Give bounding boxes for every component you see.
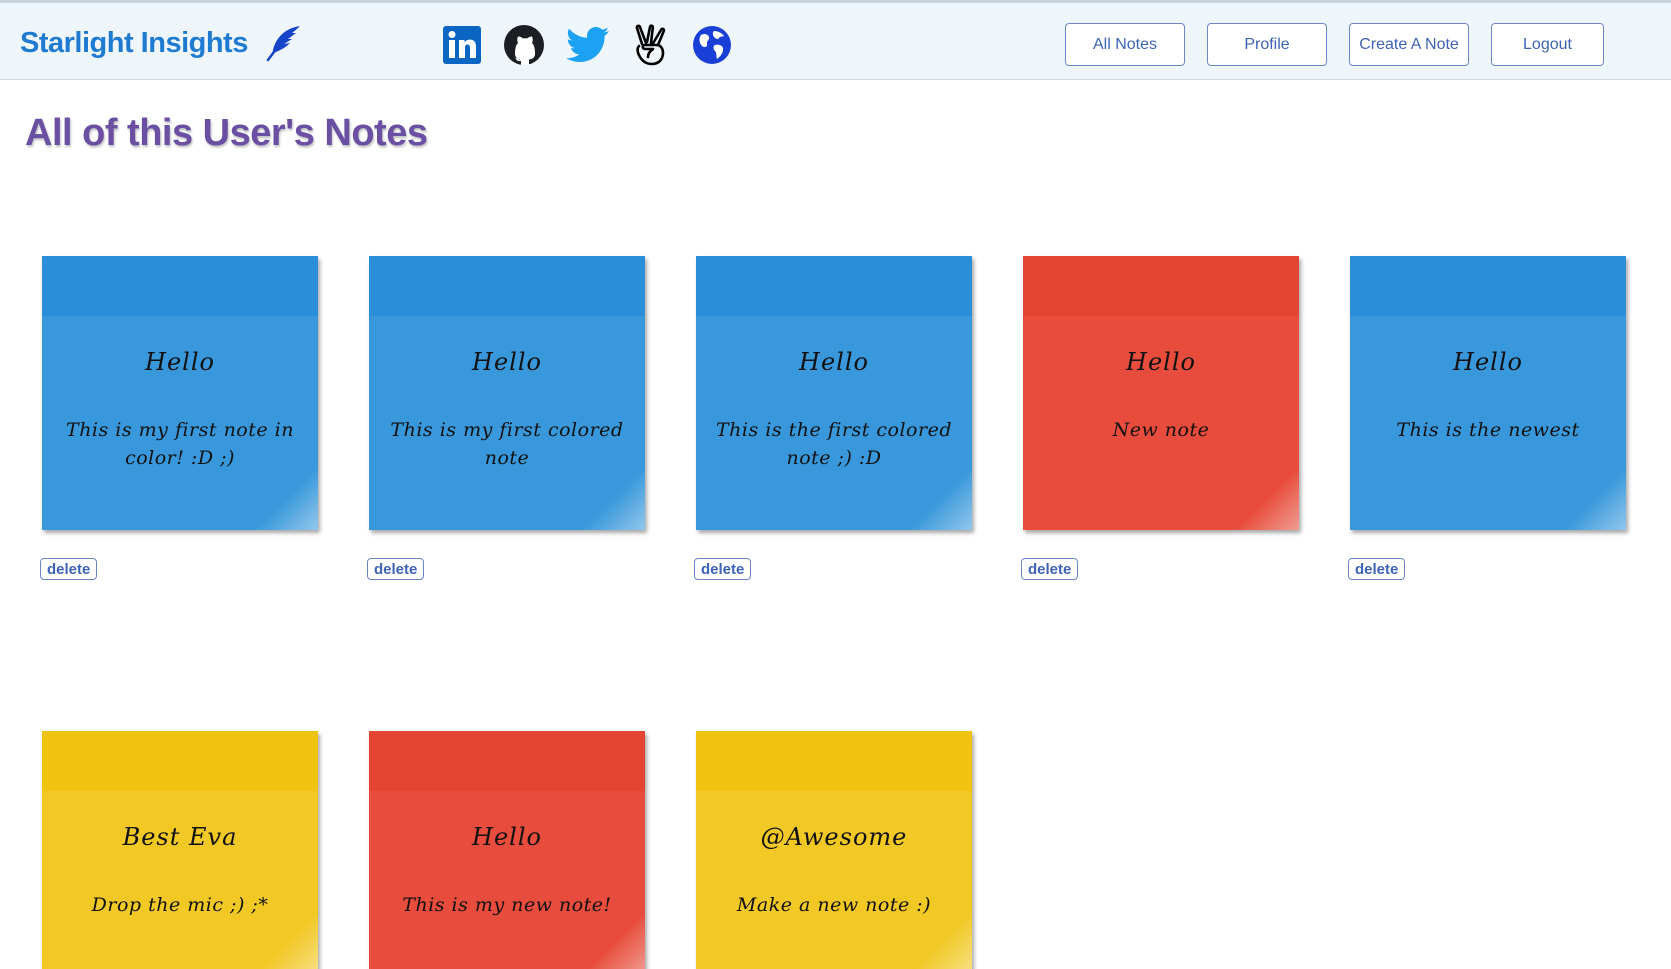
sticky-note[interactable]: Hello This is the newest xyxy=(1350,256,1626,530)
note-header-strip xyxy=(696,256,972,316)
twitter-icon xyxy=(566,27,609,62)
note-title: @Awesome xyxy=(760,823,908,851)
page-curl xyxy=(1556,470,1626,530)
note-card: Hello This is my new note! xyxy=(369,731,647,969)
note-header-strip xyxy=(42,256,318,316)
note-title: Hello xyxy=(1453,348,1523,376)
delete-button[interactable]: delete xyxy=(694,558,752,580)
sticky-note[interactable]: Hello This is my first note in color! :D… xyxy=(42,256,318,530)
angellist-icon xyxy=(635,24,666,66)
page-title: All of this User's Notes xyxy=(25,112,428,154)
linkedin-link[interactable] xyxy=(442,23,482,67)
create-note-button[interactable]: Create A Note xyxy=(1349,23,1469,66)
social-links xyxy=(442,23,732,67)
page-curl xyxy=(902,915,972,969)
brand-name[interactable]: Starlight Insights xyxy=(20,27,248,60)
nav-buttons: All Notes Profile Create A Note Logout xyxy=(1065,23,1626,66)
logout-button[interactable]: Logout xyxy=(1491,23,1604,66)
sticky-note[interactable]: @Awesome Make a new note :) xyxy=(696,731,972,969)
note-card: Hello This is the first colored note ;) … xyxy=(694,256,974,580)
page-curl xyxy=(575,915,645,969)
note-card: Best Eva Drop the mic ;) ;* xyxy=(42,731,320,969)
angellist-link[interactable] xyxy=(630,23,670,67)
delete-button[interactable]: delete xyxy=(367,558,425,580)
delete-button[interactable]: delete xyxy=(1021,558,1079,580)
sticky-note[interactable]: Hello This is the first colored note ;) … xyxy=(696,256,972,530)
note-card: Hello This is my first colored note dele… xyxy=(367,256,647,580)
note-card: Hello This is the newest delete xyxy=(1348,256,1628,580)
delete-button[interactable]: delete xyxy=(40,558,98,580)
note-title: Best Eva xyxy=(122,823,238,851)
note-header-strip xyxy=(1350,256,1626,316)
sticky-note[interactable]: Hello This is my new note! xyxy=(369,731,645,969)
note-card: Hello This is my first note in color! :D… xyxy=(40,256,320,580)
sticky-note[interactable]: Hello This is my first colored note xyxy=(369,256,645,530)
profile-button[interactable]: Profile xyxy=(1207,23,1327,66)
note-title: Hello xyxy=(1126,348,1196,376)
note-header-strip xyxy=(696,731,972,791)
note-card: @Awesome Make a new note :) xyxy=(696,731,974,969)
note-body: This is the newest xyxy=(1396,419,1580,441)
website-link[interactable] xyxy=(692,23,732,67)
note-header-strip xyxy=(42,731,318,791)
top-navbar: Starlight Insights All Notes Profile Cre… xyxy=(0,0,1671,80)
page-curl xyxy=(902,470,972,530)
brand[interactable]: Starlight Insights xyxy=(20,23,304,63)
delete-button[interactable]: delete xyxy=(1348,558,1406,580)
note-title: Hello xyxy=(472,348,542,376)
note-header-strip xyxy=(369,731,645,791)
page-curl xyxy=(575,470,645,530)
page-curl xyxy=(1229,470,1299,530)
note-body: This is the first colored note ;) :D xyxy=(715,419,952,469)
sticky-note[interactable]: Best Eva Drop the mic ;) ;* xyxy=(42,731,318,969)
note-card: Hello New note delete xyxy=(1021,256,1301,580)
twitter-link[interactable] xyxy=(566,23,610,67)
note-header-strip xyxy=(369,256,645,316)
note-body: This is my first colored note xyxy=(390,419,624,469)
note-header-strip xyxy=(1023,256,1299,316)
github-link[interactable] xyxy=(502,23,546,67)
linkedin-icon xyxy=(443,26,481,64)
all-notes-button[interactable]: All Notes xyxy=(1065,23,1185,66)
note-body: This is my first note in color! :D ;) xyxy=(66,419,294,469)
page-curl xyxy=(248,470,318,530)
sticky-note[interactable]: Hello New note xyxy=(1023,256,1299,530)
note-title: Hello xyxy=(145,348,215,376)
page-curl xyxy=(248,915,318,969)
github-icon xyxy=(504,25,544,65)
note-title: Hello xyxy=(472,823,542,851)
globe-icon xyxy=(693,26,731,64)
note-title: Hello xyxy=(799,348,869,376)
feather-icon xyxy=(266,26,300,62)
note-body: New note xyxy=(1112,419,1210,441)
